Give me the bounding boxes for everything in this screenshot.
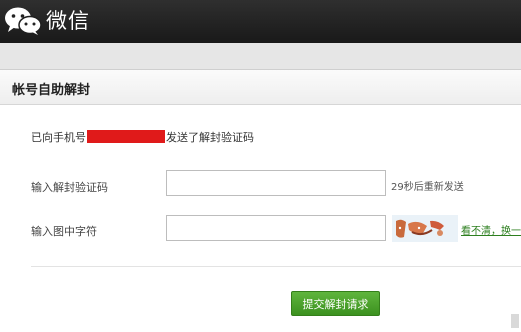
divider [31, 266, 521, 267]
notice-prefix: 已向手机号 [31, 131, 86, 144]
card-header: 帐号自助解封 [0, 70, 521, 105]
top-bar: 微信 [0, 0, 521, 43]
notice-suffix: 发送了解封验证码 [166, 131, 254, 144]
captcha-label: 输入图中字符 [31, 225, 97, 238]
captcha-image[interactable] [392, 215, 458, 242]
redacted-phone-number [87, 130, 165, 143]
wechat-logo-icon [5, 7, 42, 35]
sms-notice: 已向手机号 发送了解封验证码 [31, 129, 254, 145]
app-title: 微信 [46, 9, 90, 33]
verification-code-input[interactable] [166, 170, 386, 196]
code-label: 输入解封验证码 [31, 181, 108, 194]
header-gap [0, 43, 521, 69]
refresh-captcha-link[interactable]: 看不清，换一 [461, 222, 521, 237]
scrollbar-stub[interactable] [511, 314, 519, 328]
captcha-input[interactable] [166, 215, 386, 241]
submit-unblock-button[interactable]: 提交解封请求 [291, 291, 380, 316]
page-title: 帐号自助解封 [12, 83, 91, 98]
unblock-card: 帐号自助解封 已向手机号 发送了解封验证码 输入解封验证码 29秒后重新发送 输入… [0, 69, 521, 332]
resend-countdown: 29秒后重新发送 [391, 182, 464, 193]
